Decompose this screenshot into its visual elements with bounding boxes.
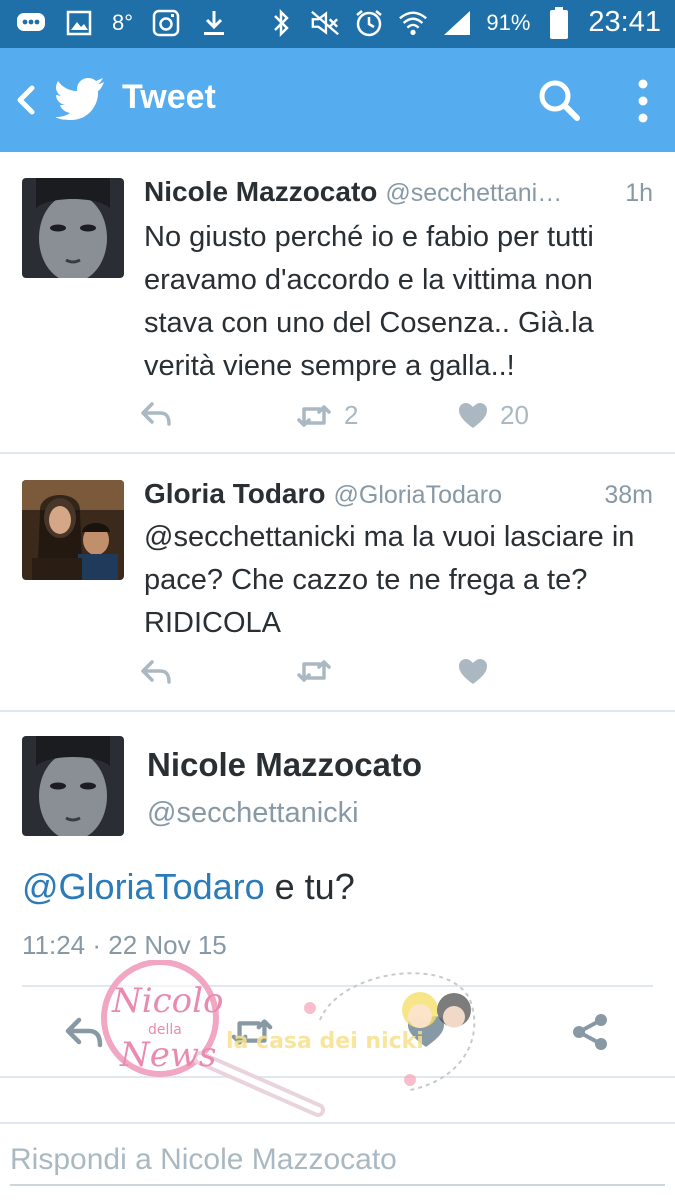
author-handle[interactable]: @secchettanicki bbox=[147, 797, 359, 830]
page-title: Tweet bbox=[122, 78, 216, 116]
like-button[interactable] bbox=[458, 658, 500, 686]
tweet-timestamp: 11:24 · 22 Nov 15 bbox=[22, 930, 227, 960]
battery-icon bbox=[544, 6, 574, 39]
tweet-item[interactable]: Gloria Todaro @GloriaTodaro 38m @secchet… bbox=[0, 454, 675, 712]
author-handle[interactable]: @secchettani… bbox=[385, 179, 613, 208]
reply-button[interactable] bbox=[140, 658, 172, 686]
bluetooth-icon bbox=[266, 8, 296, 38]
back-arrow-icon bbox=[17, 85, 35, 115]
bbm-icon bbox=[16, 8, 46, 38]
share-button[interactable] bbox=[568, 1012, 612, 1052]
avatar[interactable] bbox=[22, 178, 124, 278]
tweet-time: 38m bbox=[604, 481, 653, 509]
reply-icon bbox=[65, 1017, 103, 1048]
tweet-actions bbox=[140, 658, 570, 692]
tweet-header: Nicole Mazzocato @secchettani… 1h bbox=[144, 176, 653, 208]
tweet-text: No giusto perché io e fabio per tutti er… bbox=[144, 221, 594, 382]
like-button[interactable]: 20 bbox=[458, 400, 529, 431]
retweet-count: 2 bbox=[344, 400, 359, 430]
back-button[interactable] bbox=[8, 80, 44, 120]
author-name[interactable]: Nicole Mazzocato bbox=[147, 746, 422, 784]
wifi-icon bbox=[398, 8, 428, 38]
reply-icon bbox=[141, 660, 171, 684]
avatar[interactable] bbox=[22, 736, 124, 836]
tweet-text: @GloriaTodaro e tu? bbox=[22, 866, 355, 908]
tweet-text: @secchettanicki ma la vuoi lasciare in p… bbox=[144, 521, 635, 639]
author-handle[interactable]: @GloriaTodaro bbox=[334, 481, 593, 510]
tweet-item[interactable]: Nicole Mazzocato @secchettani… 1h No giu… bbox=[0, 152, 675, 454]
clock: 23:41 bbox=[588, 6, 661, 38]
status-bar: 8° 91% 23:41 bbox=[0, 0, 675, 48]
signal-icon bbox=[442, 8, 472, 38]
tweet-actions: 2 20 bbox=[140, 400, 570, 434]
like-count: 20 bbox=[500, 400, 529, 430]
app-bar: Tweet bbox=[0, 48, 675, 152]
search-button[interactable] bbox=[535, 76, 583, 124]
temperature-text: 8° bbox=[112, 10, 134, 35]
retweet-icon bbox=[297, 660, 331, 682]
retweet-button[interactable] bbox=[230, 1012, 274, 1052]
divider bbox=[22, 985, 653, 987]
heart-icon bbox=[459, 659, 487, 684]
download-icon bbox=[199, 8, 229, 38]
share-icon bbox=[573, 1014, 607, 1050]
like-button[interactable] bbox=[404, 1012, 448, 1052]
alarm-icon bbox=[354, 8, 384, 38]
gallery-icon bbox=[64, 8, 94, 38]
heart-icon bbox=[408, 1016, 444, 1047]
retweet-icon bbox=[297, 404, 331, 427]
avatar[interactable] bbox=[22, 480, 124, 580]
overflow-menu-button[interactable] bbox=[628, 76, 658, 126]
reply-bar bbox=[0, 1122, 675, 1200]
retweet-button[interactable]: 2 bbox=[296, 400, 358, 431]
status-bar-notifications: 8° bbox=[16, 8, 229, 38]
status-bar-system: 91% 23:41 bbox=[266, 6, 661, 39]
reply-button[interactable] bbox=[62, 1012, 106, 1052]
heart-icon bbox=[459, 402, 487, 428]
more-vertical-icon bbox=[638, 79, 648, 123]
reply-icon bbox=[141, 402, 171, 426]
twitter-bird-icon bbox=[55, 76, 106, 120]
tweet-time: 1h bbox=[625, 179, 653, 207]
mute-icon bbox=[310, 8, 340, 38]
reply-input[interactable] bbox=[10, 1136, 665, 1186]
author-name[interactable]: Gloria Todaro bbox=[144, 478, 326, 510]
author-name[interactable]: Nicole Mazzocato bbox=[144, 176, 377, 208]
tweet-text-rest: e tu? bbox=[264, 866, 355, 907]
mention-link[interactable]: @GloriaTodaro bbox=[22, 866, 265, 907]
tweet-header: Gloria Todaro @GloriaTodaro 38m bbox=[144, 478, 653, 510]
search-icon bbox=[539, 80, 580, 121]
retweet-button[interactable] bbox=[296, 658, 344, 684]
retweet-icon bbox=[231, 1019, 273, 1045]
instagram-icon bbox=[151, 8, 181, 38]
battery-percent: 91% bbox=[486, 9, 531, 35]
reply-button[interactable] bbox=[140, 400, 172, 428]
